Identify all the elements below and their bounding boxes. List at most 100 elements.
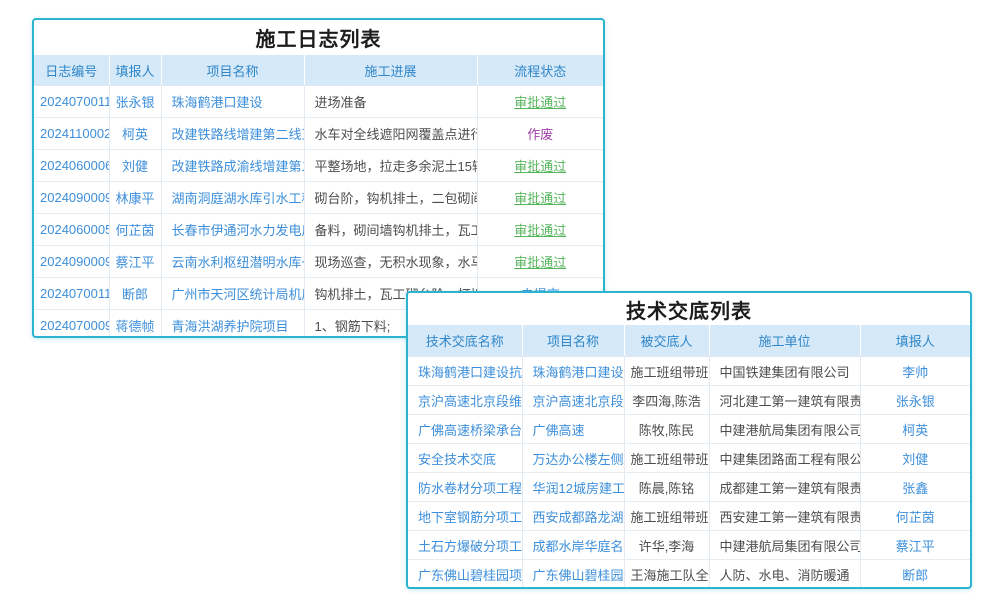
table-row: 安全技术交底 万达办公楼左侧A... 施工班组带班... 中建集团路面工程有限公… <box>408 444 970 473</box>
cell-reporter[interactable]: 蔡江平 <box>860 531 970 560</box>
cell-project-link[interactable]: 华润12城房建工... <box>522 473 624 502</box>
col-header-reporter: 填报人 <box>860 325 970 357</box>
col-header-unit: 施工单位 <box>709 325 860 357</box>
cell-progress: 备料，砌间墙钩机排土，瓦工... <box>304 214 477 246</box>
cell-recipient: 陈牧,陈民 <box>624 415 709 444</box>
col-header-status: 流程状态 <box>477 55 603 86</box>
cell-project-link[interactable]: 广州市天河区统计局机房... <box>161 278 304 310</box>
cell-project-link[interactable]: 广东佛山碧桂园项目 <box>522 560 624 589</box>
cell-recipient: 许华,李海 <box>624 531 709 560</box>
construction-log-title: 施工日志列表 <box>34 20 603 55</box>
cell-project-link[interactable]: 珠海鹤港口建设 <box>522 357 624 386</box>
status-badge[interactable]: 审批通过 <box>514 223 566 238</box>
status-badge[interactable]: 审批通过 <box>514 95 566 110</box>
cell-progress: 进场准备 <box>304 86 477 118</box>
cell-log-id[interactable]: 2024090009 <box>34 246 109 278</box>
cell-recipient: 李四海,陈浩 <box>624 386 709 415</box>
cell-unit: 人防、水电、消防暖通 <box>709 560 860 589</box>
cell-reporter[interactable]: 张永银 <box>109 86 161 118</box>
technical-disclosure-panel: 技术交底列表 技术交底名称 项目名称 被交底人 施工单位 填报人 珠海鹤港口建设… <box>406 291 972 589</box>
cell-project-link[interactable]: 改建铁路成渝线增建第二... <box>161 150 304 182</box>
col-header-project: 项目名称 <box>161 55 304 86</box>
cell-reporter[interactable]: 蔡江平 <box>109 246 161 278</box>
col-header-log-id: 日志编号 <box>34 55 109 86</box>
cell-unit: 成都建工第一建筑有限责任公司 <box>709 473 860 502</box>
cell-reporter[interactable]: 断郎 <box>109 278 161 310</box>
cell-disclosure-name[interactable]: 防水卷材分项工程施... <box>408 473 522 502</box>
cell-unit: 中建港航局集团有限公司 <box>709 531 860 560</box>
table-row: 2024070011 张永银 珠海鹤港口建设 进场准备 审批通过 <box>34 86 603 118</box>
cell-reporter[interactable]: 张鑫 <box>860 473 970 502</box>
table-header-row: 日志编号 填报人 项目名称 施工进展 流程状态 <box>34 55 603 86</box>
cell-recipient: 施工班组带班... <box>624 444 709 473</box>
table-row: 地下室钢筋分项工程... 西安成都路龙湖上... 施工班组带班... 西安建工第… <box>408 502 970 531</box>
cell-project-link[interactable]: 湖南洞庭湖水库引水工程... <box>161 182 304 214</box>
cell-disclosure-name[interactable]: 京沪高速北京段维修... <box>408 386 522 415</box>
table-row: 防水卷材分项工程施... 华润12城房建工... 陈晨,陈铭 成都建工第一建筑有… <box>408 473 970 502</box>
cell-recipient: 施工班组带班... <box>624 502 709 531</box>
cell-project-link[interactable]: 万达办公楼左侧A... <box>522 444 624 473</box>
cell-unit: 西安建工第一建筑有限责任公司 <box>709 502 860 531</box>
cell-project-link[interactable]: 广佛高速 <box>522 415 624 444</box>
cell-reporter[interactable]: 何芷茵 <box>109 214 161 246</box>
cell-disclosure-name[interactable]: 广佛高速桥梁承台施... <box>408 415 522 444</box>
cell-reporter[interactable]: 蒋德帧 <box>109 310 161 339</box>
status-badge[interactable]: 审批通过 <box>514 191 566 206</box>
table-row: 2024060005 何芷茵 长春市伊通河水力发电厂... 备料，砌间墙钩机排土… <box>34 214 603 246</box>
table-row: 广东佛山碧桂园项目... 广东佛山碧桂园项目 王海施工队全队 人防、水电、消防暖… <box>408 560 970 589</box>
cell-disclosure-name[interactable]: 广东佛山碧桂园项目... <box>408 560 522 589</box>
cell-reporter[interactable]: 林康平 <box>109 182 161 214</box>
cell-log-id[interactable]: 2024070011 <box>34 278 109 310</box>
cell-unit: 中建集团路面工程有限公司 <box>709 444 860 473</box>
status-badge[interactable]: 审批通过 <box>514 159 566 174</box>
cell-project-link[interactable]: 云南水利枢纽潜明水库一... <box>161 246 304 278</box>
cell-reporter[interactable]: 刘健 <box>860 444 970 473</box>
cell-disclosure-name[interactable]: 土石方爆破分项工程... <box>408 531 522 560</box>
cell-recipient: 陈晨,陈铭 <box>624 473 709 502</box>
col-header-disclosure-name: 技术交底名称 <box>408 325 522 357</box>
cell-log-id[interactable]: 2024070011 <box>34 86 109 118</box>
cell-reporter[interactable]: 张永银 <box>860 386 970 415</box>
col-header-reporter: 填报人 <box>109 55 161 86</box>
cell-disclosure-name[interactable]: 地下室钢筋分项工程... <box>408 502 522 531</box>
cell-recipient: 施工班组带班... <box>624 357 709 386</box>
cell-reporter[interactable]: 柯英 <box>109 118 161 150</box>
cell-project-link[interactable]: 京沪高速北京段维修 <box>522 386 624 415</box>
cell-log-id[interactable]: 2024070009 <box>34 310 109 339</box>
cell-disclosure-name[interactable]: 安全技术交底 <box>408 444 522 473</box>
table-row: 广佛高速桥梁承台施... 广佛高速 陈牧,陈民 中建港航局集团有限公司 柯英 <box>408 415 970 444</box>
col-header-project: 项目名称 <box>522 325 624 357</box>
table-header-row: 技术交底名称 项目名称 被交底人 施工单位 填报人 <box>408 325 970 357</box>
construction-log-panel: 施工日志列表 日志编号 填报人 项目名称 施工进展 流程状态 202407001… <box>32 18 605 338</box>
technical-disclosure-table: 技术交底名称 项目名称 被交底人 施工单位 填报人 珠海鹤港口建设抗浮... 珠… <box>408 325 970 588</box>
cell-reporter[interactable]: 断郎 <box>860 560 970 589</box>
cell-recipient: 王海施工队全队 <box>624 560 709 589</box>
table-row: 珠海鹤港口建设抗浮... 珠海鹤港口建设 施工班组带班... 中国铁建集团有限公… <box>408 357 970 386</box>
col-header-recipient: 被交底人 <box>624 325 709 357</box>
cell-log-id[interactable]: 2024060005 <box>34 214 109 246</box>
cell-project-link[interactable]: 成都水岸华庭名苑... <box>522 531 624 560</box>
table-row: 2024090009 林康平 湖南洞庭湖水库引水工程... 砌台阶，钩机排土，二… <box>34 182 603 214</box>
cell-unit: 河北建工第一建筑有限责任公司 <box>709 386 860 415</box>
cell-project-link[interactable]: 西安成都路龙湖上... <box>522 502 624 531</box>
cell-unit: 中建港航局集团有限公司 <box>709 415 860 444</box>
table-row: 京沪高速北京段维修... 京沪高速北京段维修 李四海,陈浩 河北建工第一建筑有限… <box>408 386 970 415</box>
cell-progress: 水车对全线遮阳网覆盖点进行... <box>304 118 477 150</box>
cell-project-link[interactable]: 长春市伊通河水力发电厂... <box>161 214 304 246</box>
cell-project-link[interactable]: 青海洪湖养护院项目 <box>161 310 304 339</box>
cell-log-id[interactable]: 2024110002 <box>34 118 109 150</box>
status-badge[interactable]: 审批通过 <box>514 255 566 270</box>
cell-progress: 砌台阶，钩机排土，二包砌间... <box>304 182 477 214</box>
col-header-progress: 施工进展 <box>304 55 477 86</box>
status-badge: 作废 <box>527 127 553 142</box>
cell-disclosure-name[interactable]: 珠海鹤港口建设抗浮... <box>408 357 522 386</box>
cell-reporter[interactable]: 刘健 <box>109 150 161 182</box>
cell-log-id[interactable]: 2024090009 <box>34 182 109 214</box>
cell-project-link[interactable]: 改建铁路线增建第二线直... <box>161 118 304 150</box>
cell-project-link[interactable]: 珠海鹤港口建设 <box>161 86 304 118</box>
cell-reporter[interactable]: 柯英 <box>860 415 970 444</box>
cell-reporter[interactable]: 何芷茵 <box>860 502 970 531</box>
cell-reporter[interactable]: 李帅 <box>860 357 970 386</box>
cell-log-id[interactable]: 2024060006 <box>34 150 109 182</box>
table-row: 土石方爆破分项工程... 成都水岸华庭名苑... 许华,李海 中建港航局集团有限… <box>408 531 970 560</box>
